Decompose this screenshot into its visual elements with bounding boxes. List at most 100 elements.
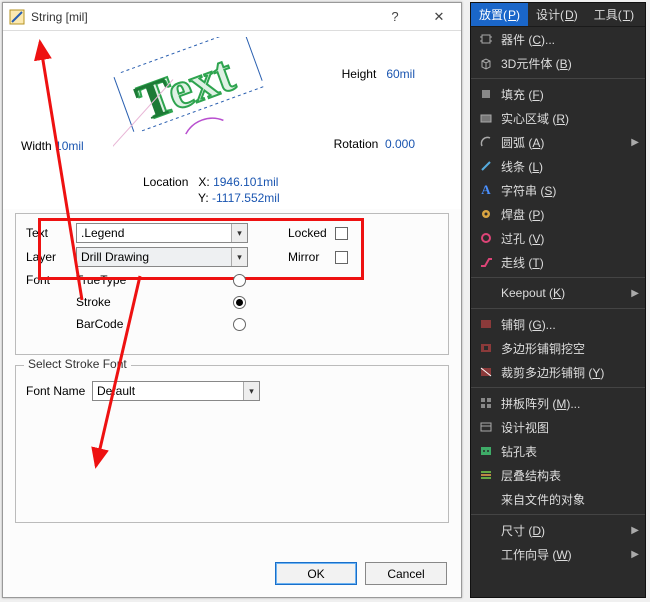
polyclip-icon [477,363,495,381]
menu-item[interactable]: 3D元件体 (B) [471,51,645,75]
width-label: Width [21,139,52,153]
menu-item-list: 器件 (C)...3D元件体 (B) 填充 (F) 实心区域 (R) 圆弧 (A)▶ 线… [471,27,645,566]
square-icon [477,85,495,103]
text-illustration: Text Text T [113,37,283,152]
menu-item[interactable]: 焊盘 (P) [471,202,645,226]
menu-separator [471,514,645,515]
menu-item-label: 裁剪多边形铺铜 (Y) [501,364,639,381]
loc-y-label: Y: [198,191,209,205]
menu-item-label: 线条 (L) [501,158,639,175]
menu-item-label: 多边形铺铜挖空 [501,340,639,357]
menu-item-label: 尺寸 (D) [501,522,629,539]
poly-icon [477,315,495,333]
panel-icon [477,394,495,412]
menu-item[interactable]: A 字符串 (S) [471,178,645,202]
title-bar: String [mil] ? ✕ [3,3,461,31]
menu-item[interactable]: 线条 (L) [471,154,645,178]
height-value[interactable]: 60mil [386,67,415,81]
tab-design[interactable]: 设计 (D) [528,3,586,26]
menu-item-label: 过孔 (V) [501,230,639,247]
designview-icon [477,418,495,436]
close-button[interactable]: ✕ [417,3,461,31]
menu-separator [471,308,645,309]
mirror-label: Mirror [288,250,319,264]
menu-item[interactable]: 走线 (T) [471,250,645,274]
rotation-value[interactable]: 0.000 [385,137,415,151]
font-label: Font [26,273,76,287]
ok-button[interactable]: OK [275,562,357,585]
chevron-down-icon[interactable]: ▾ [231,248,247,266]
barcode-radio[interactable] [233,318,246,331]
submenu-arrow-icon: ▶ [629,137,639,148]
stroke-font-group: Select Stroke Font Font Name Default ▾ [15,365,449,523]
height-label: Height [342,67,377,81]
chip-icon [477,30,495,48]
menu-item[interactable]: 填充 (F) [471,82,645,106]
chevron-down-icon[interactable]: ▾ [231,224,247,242]
truetype-radio[interactable] [233,274,246,287]
menu-item-label: 拼板阵列 (M)... [501,395,639,412]
mirror-checkbox[interactable] [335,251,348,264]
stroke-font-legend: Select Stroke Font [24,357,131,371]
locked-label: Locked [288,226,327,240]
menu-item-label: 层叠结构表 [501,467,639,484]
fontname-label: Font Name [26,384,92,398]
menu-item[interactable]: 尺寸 (D)▶ [471,518,645,542]
preview-area: Text Text T Width 10mil Height 60mil [3,31,461,209]
A-icon: A [477,181,495,199]
menu-separator [471,78,645,79]
menu-item[interactable]: 多边形铺铜挖空 [471,336,645,360]
stroke-radio[interactable] [233,296,246,309]
properties-group: Text .Legend ▾ Locked Layer Drill Drawin… [15,213,449,355]
menu-item[interactable]: 拼板阵列 (M)... [471,391,645,415]
rotation-label: Rotation [334,137,379,151]
pad-icon [477,205,495,223]
cancel-button[interactable]: Cancel [365,562,447,585]
menu-item-label: 来自文件的对象 [501,491,639,508]
menu-item[interactable]: 过孔 (V) [471,226,645,250]
loc-x-value[interactable]: 1946.101mil [213,175,278,189]
menu-item-label: 设计视图 [501,419,639,436]
width-value[interactable]: 10mil [55,139,84,153]
menu-item[interactable]: 裁剪多边形铺铜 (Y) [471,360,645,384]
menu-item[interactable]: 铺铜 (G)... [471,312,645,336]
chevron-down-icon[interactable]: ▾ [243,382,259,400]
menu-item[interactable]: 工作向导 (W)▶ [471,542,645,566]
cube-icon [477,54,495,72]
menu-item[interactable]: 设计视图 [471,415,645,439]
menu-item[interactable]: Keepout (K)▶ [471,281,645,305]
menu-item-label: 工作向导 (W) [501,546,629,563]
dialog-buttons: OK Cancel [3,550,461,597]
stroke-label: Stroke [76,295,111,309]
menu-item-label: 实心区域 (R) [501,110,639,127]
menu-item[interactable]: 来自文件的对象 [471,487,645,511]
layer-dropdown[interactable]: Drill Drawing ▾ [76,247,248,267]
menu-separator [471,277,645,278]
menu-item-label: Keepout (K) [501,286,629,300]
menu-item[interactable]: 圆弧 (A)▶ [471,130,645,154]
menu-separator [471,387,645,388]
line-icon [477,157,495,175]
tab-tools[interactable]: 工具 (T) [586,3,642,26]
fontname-dropdown[interactable]: Default ▾ [92,381,260,401]
menu-item-label: 字符串 (S) [501,182,639,199]
menu-item[interactable]: 层叠结构表 [471,463,645,487]
polycut-icon [477,339,495,357]
tab-place[interactable]: 放置 (P) [471,3,528,26]
menu-item-label: 走线 (T) [501,254,639,271]
place-menu-panel: 放置 (P) 设计 (D) 工具 (T) 器件 (C)...3D元件体 (B) 填… [470,2,646,598]
submenu-arrow-icon: ▶ [629,525,639,536]
arc-icon [477,133,495,151]
help-button[interactable]: ? [373,3,417,31]
text-dropdown[interactable]: .Legend ▾ [76,223,248,243]
loc-y-value[interactable]: -1117.552mil [212,191,280,205]
locked-checkbox[interactable] [335,227,348,240]
blank-icon [477,284,495,302]
app-icon [9,9,25,25]
menu-item-label: 填充 (F) [501,86,639,103]
route-icon [477,253,495,271]
menu-item[interactable]: 钻孔表 [471,439,645,463]
menu-item[interactable]: 器件 (C)... [471,27,645,51]
menu-item[interactable]: 实心区域 (R) [471,106,645,130]
truetype-label: TrueType [76,273,126,287]
